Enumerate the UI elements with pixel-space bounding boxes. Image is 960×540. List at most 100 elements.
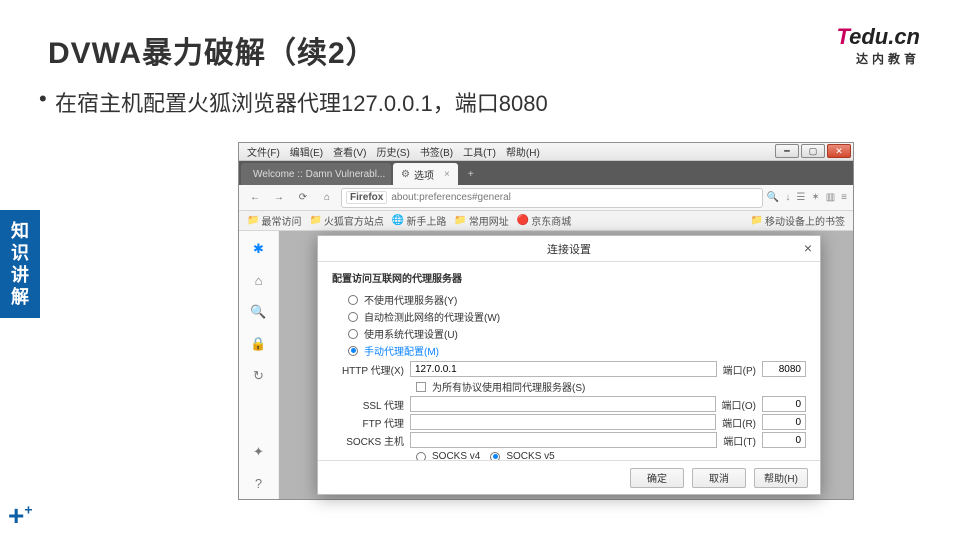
ftp-port-input[interactable] <box>762 414 806 430</box>
sidebar-icon[interactable]: ▥ <box>826 192 835 203</box>
radio-icon[interactable] <box>348 295 358 305</box>
url-text: about:preferences#general <box>391 192 511 203</box>
ftp-port-label: 端口(R) <box>716 415 762 430</box>
menu-icon[interactable]: ≡ <box>841 192 847 203</box>
ftp-proxy-label: FTP 代理 <box>332 415 410 430</box>
ssl-port-input[interactable] <box>762 396 806 412</box>
ftp-proxy-input[interactable] <box>410 414 716 430</box>
nav-forward-icon[interactable]: → <box>269 189 289 207</box>
sidebar-addons-icon[interactable]: ✦ <box>253 444 264 460</box>
ok-button[interactable]: 确定 <box>630 468 684 488</box>
pocket-icon[interactable]: ✶ <box>811 192 819 203</box>
socks-port-input[interactable] <box>762 432 806 448</box>
firefox-label: Firefox <box>346 191 387 204</box>
home-icon[interactable]: ⌂ <box>317 189 337 207</box>
connection-settings-dialog: 连接设置 × 配置访问互联网的代理服务器 不使用代理服务器(Y) 自动检测此网络… <box>317 235 821 495</box>
sidebar-home-icon[interactable]: ⌂ <box>255 273 263 288</box>
help-button[interactable]: 帮助(H) <box>754 468 808 488</box>
cancel-button[interactable]: 取消 <box>692 468 746 488</box>
checkbox-icon[interactable] <box>416 382 426 392</box>
side-tag: 知识讲解 <box>0 210 40 318</box>
http-port-input[interactable] <box>762 361 806 377</box>
url-input[interactable]: Firefox about:preferences#general <box>341 188 763 208</box>
http-proxy-label: HTTP 代理(X) <box>332 362 410 377</box>
option-no-proxy[interactable]: 不使用代理服务器(Y) <box>332 291 806 308</box>
logo-t: T <box>836 24 849 49</box>
window-close-button[interactable]: ✕ <box>827 144 851 158</box>
corner-decoration: ++ <box>8 500 33 532</box>
ssl-proxy-label: SSL 代理 <box>332 397 410 412</box>
tab-dvwa-label: Welcome :: Damn Vulnerabl... <box>253 169 385 180</box>
library-icon[interactable]: ☰ <box>796 192 805 203</box>
dialog-body: 配置访问互联网的代理服务器 不使用代理服务器(Y) 自动检测此网络的代理设置(W… <box>318 262 820 460</box>
close-tab-icon[interactable]: × <box>444 169 450 180</box>
same-proxy-row[interactable]: 为所有协议使用相同代理服务器(S) <box>332 379 806 394</box>
sidebar-sync-icon[interactable]: ↻ <box>253 368 264 384</box>
bullet-text: 在宿主机配置火狐浏览器代理127.0.0.1，端口8080 <box>55 86 548 118</box>
dialog-heading: 配置访问互联网的代理服务器 <box>332 270 806 285</box>
window-maximize-button[interactable]: ▢ <box>801 144 825 158</box>
sidebar-support-icon[interactable]: ? <box>255 476 262 491</box>
gear-icon: ⚙ <box>401 169 410 180</box>
dialog-title-bar: 连接设置 × <box>318 236 820 262</box>
dialog-title: 连接设置 <box>547 241 591 257</box>
bookmark-common[interactable]: 📁 常用网址 <box>454 213 508 228</box>
sidebar-privacy-icon[interactable]: 🔒 <box>250 336 266 352</box>
reload-icon[interactable]: ⟳ <box>293 189 313 207</box>
address-bar: ← → ⟳ ⌂ Firefox about:preferences#genera… <box>239 185 853 211</box>
menu-history[interactable]: 历史(S) <box>372 144 413 159</box>
http-proxy-input[interactable] <box>410 361 717 377</box>
settings-sidebar: ✱ ⌂ 🔍 🔒 ↻ ✦ ? <box>239 231 279 499</box>
bookmark-bar: 📁 最常访问 📁 火狐官方站点 🌐 新手上路 📁 常用网址 🔴 京东商城 📁 移… <box>239 211 853 231</box>
same-proxy-label: 为所有协议使用相同代理服务器(S) <box>432 379 585 394</box>
brand-logo: Tedu.cn 达内教育 <box>836 24 920 67</box>
firefox-window: 文件(F) 编辑(E) 查看(V) 历史(S) 书签(B) 工具(T) 帮助(H… <box>238 142 854 500</box>
bookmark-mostvisited[interactable]: 📁 最常访问 <box>247 213 301 228</box>
menu-bookmarks[interactable]: 书签(B) <box>416 144 457 159</box>
socks-port-label: 端口(T) <box>717 433 762 448</box>
dialog-footer: 确定 取消 帮助(H) <box>318 460 820 494</box>
socks-v4-option[interactable]: SOCKS v4 <box>416 450 480 460</box>
menu-tools[interactable]: 工具(T) <box>459 144 500 159</box>
radio-checked-icon[interactable] <box>490 452 500 461</box>
radio-icon[interactable] <box>348 329 358 339</box>
logo-rest: edu.cn <box>849 24 920 49</box>
bookmark-mobile[interactable]: 📁 移动设备上的书签 <box>751 213 845 228</box>
dialog-close-icon[interactable]: × <box>804 240 812 256</box>
menu-edit[interactable]: 编辑(E) <box>286 144 327 159</box>
sidebar-general-icon[interactable]: ✱ <box>253 241 264 257</box>
bookmark-jd[interactable]: 🔴 京东商城 <box>517 213 571 228</box>
radio-icon[interactable] <box>416 452 426 461</box>
option-system-proxy[interactable]: 使用系统代理设置(U) <box>332 325 806 342</box>
ssl-proxy-input[interactable] <box>410 396 716 412</box>
menu-view[interactable]: 查看(V) <box>329 144 370 159</box>
menu-help[interactable]: 帮助(H) <box>502 144 544 159</box>
nav-back-icon[interactable]: ← <box>245 189 265 207</box>
menu-bar[interactable]: 文件(F) 编辑(E) 查看(V) 历史(S) 书签(B) 工具(T) 帮助(H… <box>239 143 853 161</box>
logo-sub: 达内教育 <box>836 50 920 67</box>
socks-host-label: SOCKS 主机 <box>332 433 410 448</box>
sidebar-search-icon[interactable]: 🔍 <box>250 304 266 320</box>
radio-icon[interactable] <box>348 312 358 322</box>
option-manual-proxy[interactable]: 手动代理配置(M) <box>332 342 806 359</box>
tab-options-label: 选项 <box>414 167 434 182</box>
toolbar-right-icons: 🔍 ↓ ☰ ✶ ▥ ≡ <box>767 192 847 203</box>
ssl-port-label: 端口(O) <box>716 397 762 412</box>
download-icon[interactable]: ↓ <box>785 192 790 203</box>
menu-file[interactable]: 文件(F) <box>243 144 284 159</box>
slide-title: DVWA暴力破解（续2） <box>48 28 377 72</box>
radio-checked-icon[interactable] <box>348 346 358 356</box>
search-icon[interactable]: 🔍 <box>767 192 779 203</box>
tab-bar: Welcome :: Damn Vulnerabl... × ⚙ 选项 × + <box>239 161 853 185</box>
tab-dvwa[interactable]: Welcome :: Damn Vulnerabl... × <box>241 163 391 185</box>
content-area: ✱ ⌂ 🔍 🔒 ↻ ✦ ? 连接设置 × 配置访问互联网的代理服务器 不使用代理… <box>239 231 853 499</box>
new-tab-button[interactable]: + <box>460 163 482 185</box>
tab-options[interactable]: ⚙ 选项 × <box>393 163 458 185</box>
option-auto-detect[interactable]: 自动检测此网络的代理设置(W) <box>332 308 806 325</box>
socks-host-input[interactable] <box>410 432 717 448</box>
bookmark-firefox[interactable]: 📁 火狐官方站点 <box>309 213 383 228</box>
http-port-label: 端口(P) <box>717 362 762 377</box>
bookmark-newbie[interactable]: 🌐 新手上路 <box>392 213 446 228</box>
window-minimize-button[interactable]: ━ <box>775 144 799 158</box>
socks-v5-option[interactable]: SOCKS v5 <box>490 450 554 460</box>
